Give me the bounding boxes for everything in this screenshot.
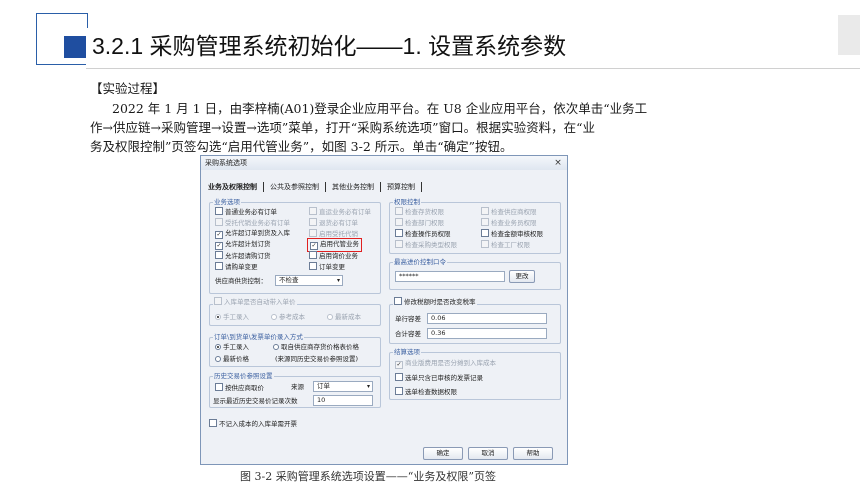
figure-caption: 图 3-2 采购管理系统选项设置——“业务及权限”页签 <box>240 470 496 483</box>
perm-supplier: 检查供应商权限 <box>481 207 537 217</box>
total-tolerance-input[interactable]: 0.36 <box>427 328 547 339</box>
settle-audited-invoice[interactable]: 选单只含已审核的发票记录 <box>395 373 483 383</box>
section-label: 【实验过程】 <box>90 81 166 96</box>
history-count-label: 显示最近历史交易价记录次数 <box>213 397 298 405</box>
checkbox[interactable] <box>215 207 223 215</box>
price-mode-latest[interactable]: 最新价格 <box>215 355 249 364</box>
business-options-legend: 业务选项 <box>213 196 241 206</box>
no-cost-invoice-option[interactable]: 不记入成本的入库单需开票 <box>209 419 297 429</box>
history-source-label: 来源 <box>291 383 304 391</box>
price-mode-source-note: (来源同历史交易价参照设置) <box>275 355 359 363</box>
paragraph-line-2: 作→供应链→采购管理→设置→选项”菜单，打开“采购系统选项”窗口。根据实验资料，… <box>90 120 595 135</box>
ok-button[interactable]: 确定 <box>423 447 463 460</box>
settlement-legend: 结算选项 <box>393 346 421 356</box>
price-mode-legend: 订单\到货单\发票单价录入方式 <box>213 331 304 341</box>
title-bar: 3.2.1 采购管理系统初始化——1. 设置系统参数 <box>86 28 575 68</box>
tab-other-business[interactable]: 其他业务控制 <box>329 180 377 194</box>
supplier-control-label: 供应商供货控制： <box>215 277 267 285</box>
unit-tolerance-input[interactable]: 0.06 <box>427 313 547 324</box>
unit-tolerance-label: 单行容差 <box>395 315 421 323</box>
total-tolerance-label: 合计容差 <box>395 330 421 338</box>
option-over-requisition[interactable]: 允许超请购订货 <box>215 251 271 261</box>
settle-data-permission[interactable]: 选单检查数据权限 <box>395 387 457 397</box>
close-icon[interactable]: × <box>552 157 564 169</box>
help-button[interactable]: 帮助 <box>513 447 553 460</box>
history-by-supplier[interactable]: 按供应商取价 <box>215 383 264 393</box>
perm-factory: 检查工厂权限 <box>481 240 530 250</box>
slide-title: 3.2.1 采购管理系统初始化——1. 设置系统参数 <box>92 33 567 59</box>
option-enable-inquiry[interactable]: 启用询价业务 <box>309 251 358 261</box>
purchase-options-dialog: 采购系统选项 × 业务及权限控制 公共及参照控制 其他业务控制 预算控制 业务选项 普… <box>200 155 568 465</box>
perm-salesperson: 检查业务员权限 <box>481 218 537 228</box>
tab-strip: 业务及权限控制 公共及参照控制 其他业务控制 预算控制 <box>205 180 425 194</box>
permission-control-legend: 权限控制 <box>393 196 421 206</box>
option-requisition-change[interactable]: 请购单变更 <box>215 262 258 272</box>
paragraph-line-3: 务及权限控制”页签勾选“启用代管业务”，如图 3-2 所示。单击“确定”按钮。 <box>90 139 513 154</box>
option-normal-order[interactable]: 普通业务必有订单 <box>215 207 277 217</box>
tab-public-reference[interactable]: 公共及参照控制 <box>267 180 322 194</box>
tab-business-permission[interactable]: 业务及权限控制 <box>205 180 260 194</box>
perm-inventory: 检查存货权限 <box>395 207 444 217</box>
supplier-control-select[interactable]: 不检查 ▾ <box>275 275 343 286</box>
option-enable-custody[interactable]: ✓ 启用代管业务 <box>307 238 362 252</box>
option-over-order-arrival[interactable]: ✓ 允许超订单到货及入库 <box>215 229 290 239</box>
cancel-button[interactable]: 取消 <box>468 447 508 460</box>
dialog-title: 采购系统选项 <box>205 159 247 167</box>
option-direct-order: 直运业务必有订单 <box>309 207 371 217</box>
settle-expense-allocation: ✓ 商业版费用是否分摊到入库成本 <box>395 359 496 369</box>
perm-purchase-type: 检查采购类型权限 <box>395 240 457 250</box>
auto-price-reference-cost: 参考成本 <box>271 313 305 322</box>
tax-change-option[interactable]: 修改税额时是否改变税率 <box>393 297 477 307</box>
price-mode-manual[interactable]: 手工录入 <box>215 343 249 352</box>
title-right-bar <box>838 15 860 55</box>
title-underline <box>86 68 860 69</box>
auto-price-manual: 手工录入 <box>215 313 249 322</box>
auto-price-latest-cost: 最新成本 <box>327 313 361 322</box>
dialog-titlebar: 采购系统选项 <box>201 156 567 170</box>
max-price-legend: 最高进价控制口令 <box>393 256 447 266</box>
max-price-password-input[interactable]: ****** <box>395 271 505 282</box>
title-decoration-square <box>64 36 86 58</box>
perm-department: 检查部门权限 <box>395 218 444 228</box>
history-source-select[interactable]: 订单 ▾ <box>313 381 373 392</box>
auto-price-legend: 入库单是否自动带入单价 <box>213 297 297 307</box>
paragraph-line-1: 2022 年 1 月 1 日，由李梓楠(A01)登录企业应用平台。在 U8 企业… <box>112 101 648 116</box>
chevron-down-icon: ▾ <box>366 383 370 390</box>
change-password-button[interactable]: 更改 <box>509 270 535 283</box>
option-order-change[interactable]: 订单变更 <box>309 262 345 272</box>
option-return-order: 退货必有订单 <box>309 218 358 228</box>
history-price-legend: 历史交易价参照设置 <box>213 370 274 380</box>
perm-amount-audit[interactable]: 检查金额审核权限 <box>481 229 543 239</box>
price-mode-supplier-price[interactable]: 取自供应商存货价格表价格 <box>273 343 359 352</box>
chevron-down-icon: ▾ <box>336 277 340 284</box>
perm-operator[interactable]: 检查操作员权限 <box>395 229 451 239</box>
tab-budget[interactable]: 预算控制 <box>384 180 418 194</box>
history-count-input[interactable]: 10 <box>313 395 373 406</box>
option-over-plan[interactable]: ✓ 允许超计划订货 <box>215 240 271 250</box>
option-consign-order: 受托代销业务必有订单 <box>215 218 290 228</box>
